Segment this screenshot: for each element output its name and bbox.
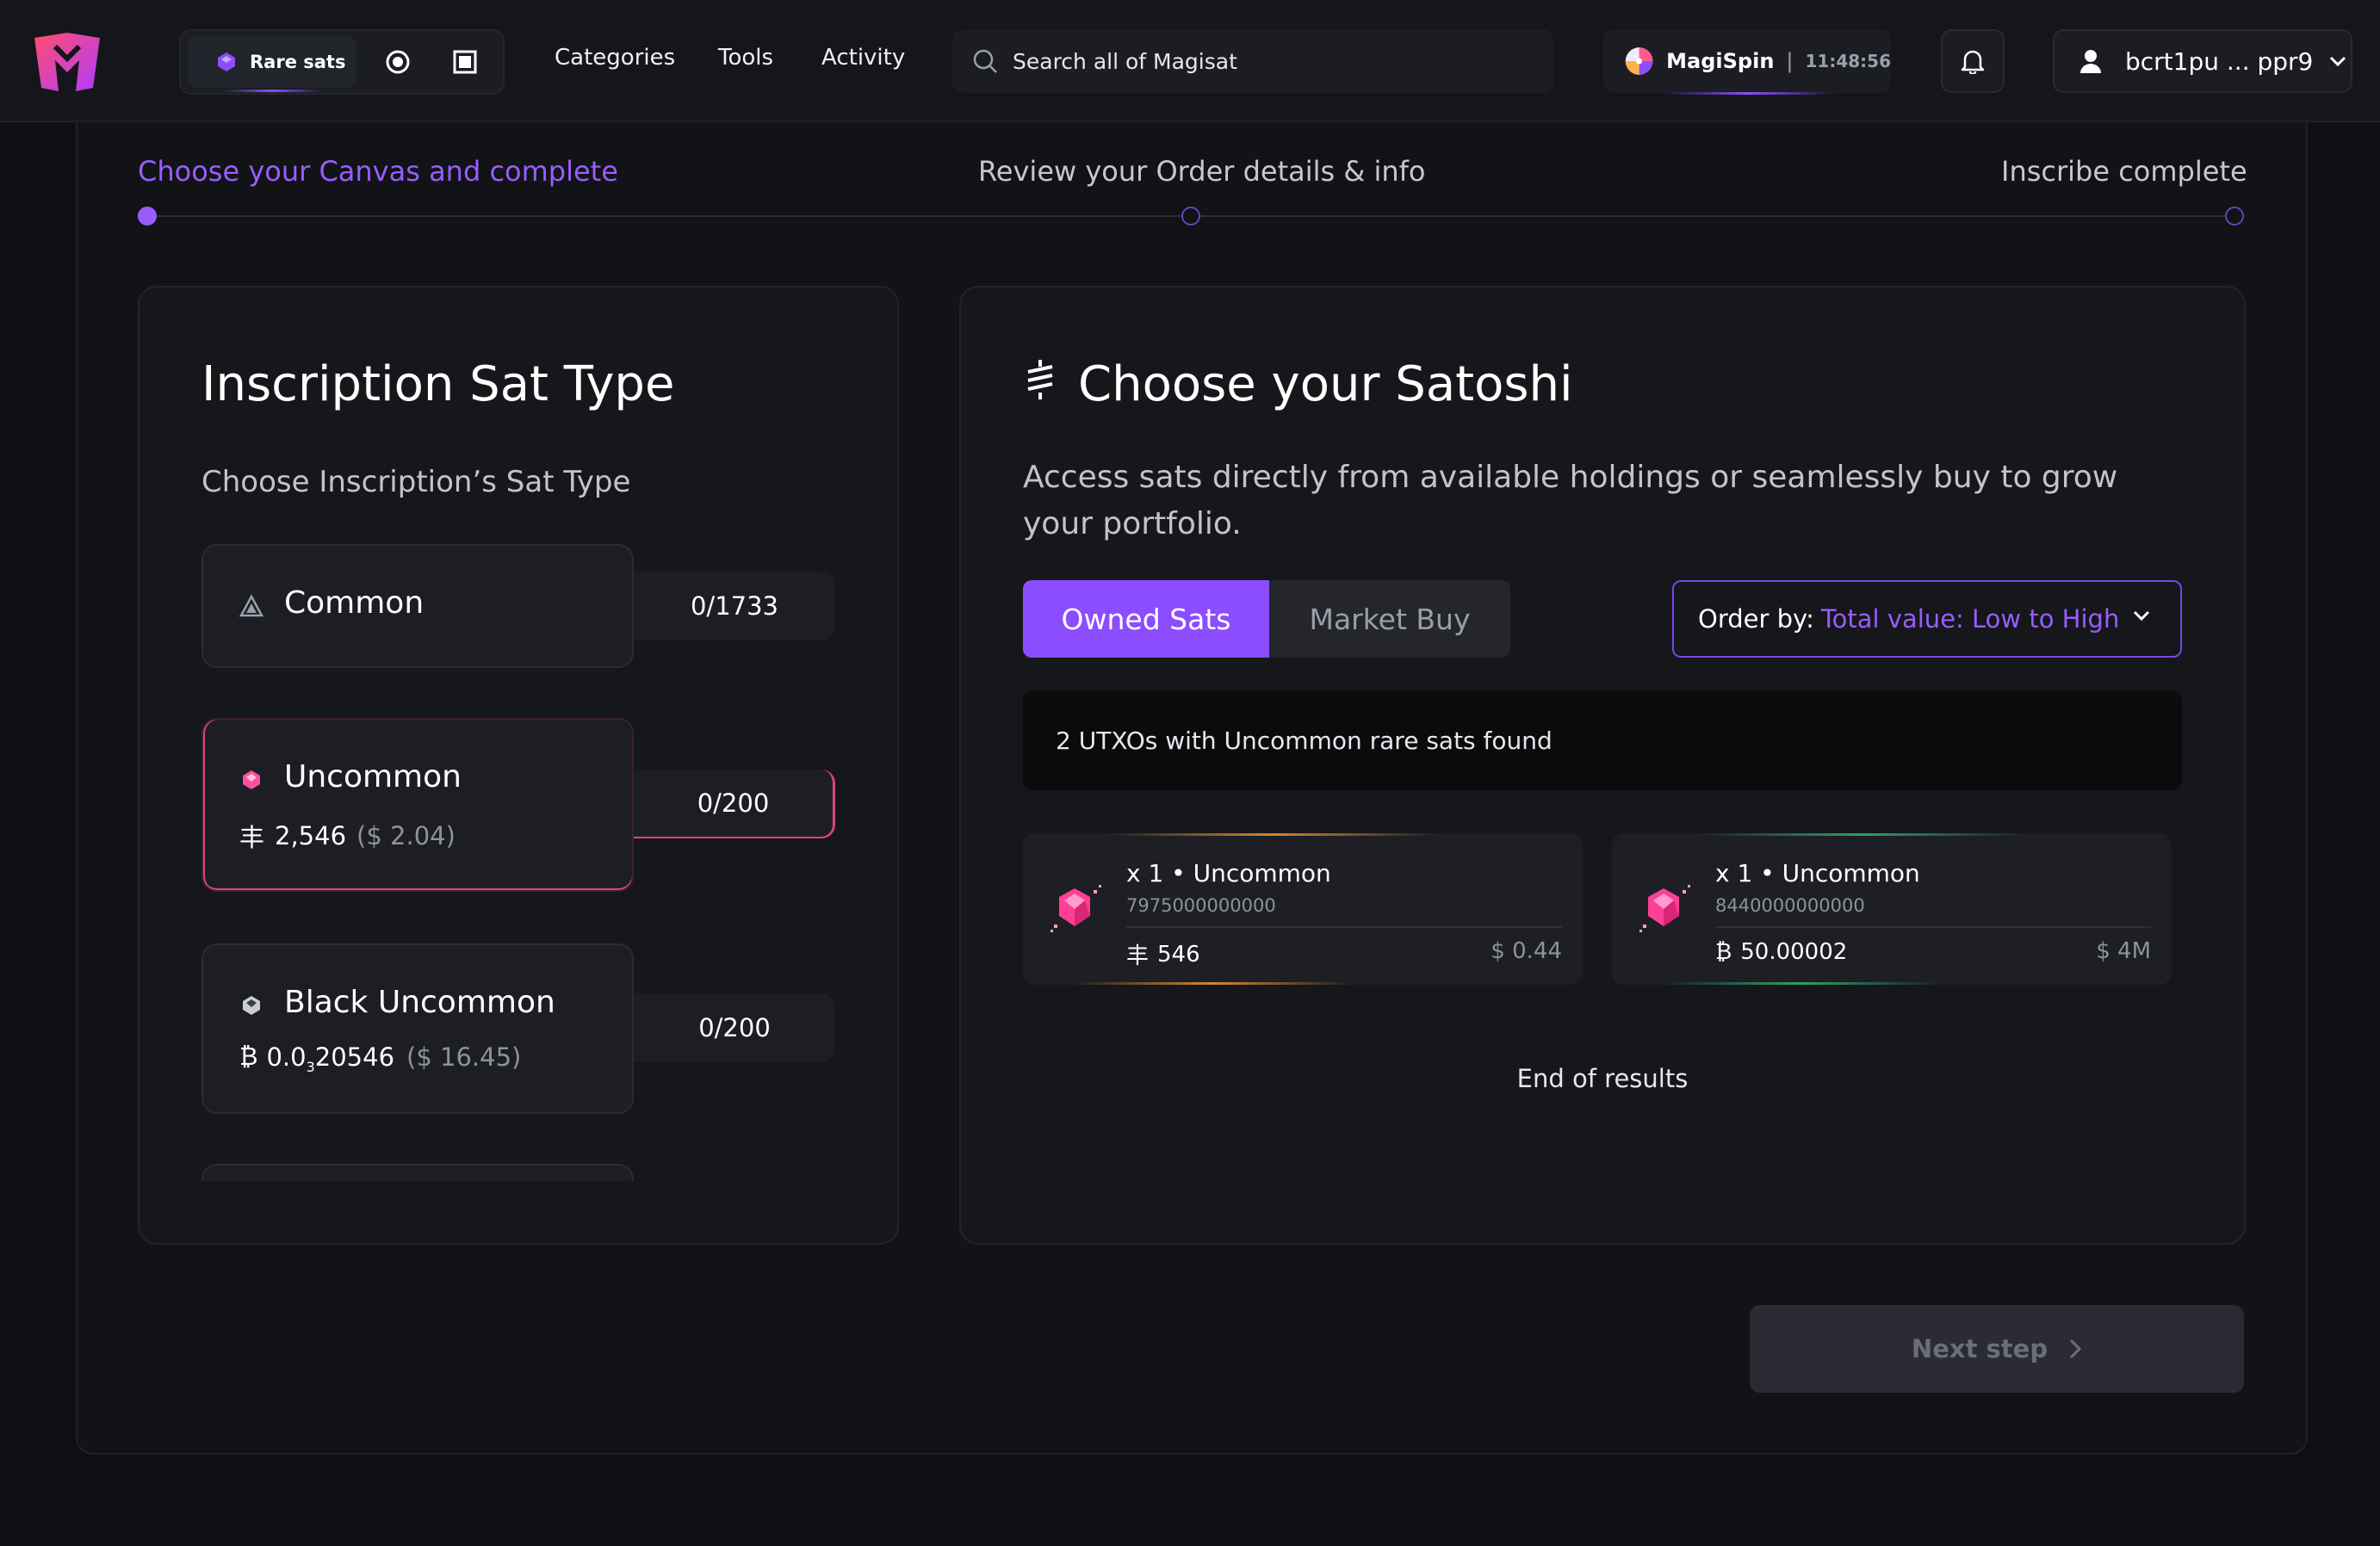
utxo-title: x 1 • Uncommon <box>1715 859 1920 887</box>
step-3-label: Inscribe complete <box>2001 155 2247 188</box>
magispin-countdown: 11:48:56 <box>1805 51 1892 71</box>
sat-type-option-black-uncommon[interactable]: Black Uncommon ₿ 0.0 3 20546 ($ 16.45) <box>201 943 634 1114</box>
utxo-accent-top <box>1109 833 1436 836</box>
uncommon-gem-icon <box>1639 885 1690 932</box>
search-bar <box>952 29 1553 93</box>
next-step-label: Next step <box>1911 1334 2048 1364</box>
utxo-card[interactable]: x 1 • Uncommon 7975000000000 丰 546 $ 0.4… <box>1023 833 1583 985</box>
utxo-card[interactable]: x 1 • Uncommon 8440000000000 ₿ 50.00002 … <box>1612 833 2172 985</box>
bell-icon <box>1961 50 1985 74</box>
user-icon <box>2080 50 2101 73</box>
utxo-usd-value: $ 4M <box>2096 938 2151 964</box>
step-1-label: Choose your Canvas and complete <box>138 155 618 188</box>
utxo-divider <box>1126 926 1562 928</box>
sat-type-count-uncommon: 0/200 <box>634 770 835 838</box>
utxo-accent-bottom <box>1075 982 1350 985</box>
rare-sat-gem-icon <box>218 53 235 71</box>
order-by-label: Order by: <box>1698 604 1814 634</box>
sat-source-tabs: Owned Sats Market Buy <box>1023 580 1510 658</box>
rare-sats-mode-button[interactable]: Rare sats <box>188 36 356 92</box>
sat-type-count-common: 0/1733 <box>634 572 835 640</box>
nav-link-activity[interactable]: Activity <box>821 45 905 71</box>
chevron-down-icon <box>2133 610 2150 621</box>
chevron-right-icon <box>2070 1339 2082 1359</box>
btc-symbol-icon: ₿ <box>239 1042 258 1071</box>
sat-symbol-icon: 丰 <box>1126 943 1150 969</box>
btc-amount-rest: 20546 <box>314 1042 395 1072</box>
magispin-separator: | <box>1786 49 1794 73</box>
tab-owned-sats[interactable]: Owned Sats <box>1023 580 1269 658</box>
btc-amount-zero-count: 3 <box>306 1059 315 1075</box>
spin-wheel-icon <box>1625 47 1653 75</box>
btc-symbol-icon: ₿ <box>1715 939 1732 965</box>
utxo-sat-id: 8440000000000 <box>1715 895 1865 916</box>
sat-type-subtitle: Choose Inscription’s Sat Type <box>201 465 631 499</box>
sat-usd-value: ($ 16.45) <box>406 1042 522 1072</box>
step-1-dot <box>138 207 157 226</box>
sat-amount: 2,546 <box>275 821 347 850</box>
sat-type-name: Black Uncommon <box>284 985 555 1020</box>
uncommon-gem-icon <box>1051 885 1101 932</box>
step-3-dot <box>2225 207 2244 226</box>
utxo-title: x 1 • Uncommon <box>1126 859 1331 887</box>
utxo-amount: 丰 546 <box>1126 938 1200 970</box>
sat-type-option-next[interactable] <box>201 1164 634 1181</box>
notifications-button[interactable] <box>1941 29 2005 93</box>
magispin-underline <box>1664 92 1836 95</box>
uncommon-gem-icon <box>243 770 260 789</box>
sat-usd-value: ($ 2.04) <box>356 821 456 850</box>
record-circle-icon <box>386 50 410 74</box>
sat-type-value: 丰 2,546 ($ 2.04) <box>239 818 456 854</box>
satoshi-symbol-icon <box>1027 360 1053 399</box>
btc-amount-main: 0.0 <box>266 1042 307 1072</box>
top-navbar: Rare sats Categories Tools Activity Sear… <box>0 0 2380 122</box>
search-input[interactable] <box>1013 48 1529 74</box>
utxo-accent-bottom <box>1664 982 1939 985</box>
tab-market-buy[interactable]: Market Buy <box>1269 580 1510 658</box>
black-uncommon-gem-icon <box>243 996 260 1015</box>
sat-type-value: ₿ 0.0 3 20546 ($ 16.45) <box>239 1042 522 1075</box>
step-2-dot <box>1181 207 1200 226</box>
wallet-account-button[interactable]: bcrt1pu ... ppr9 <box>2053 29 2352 93</box>
sat-type-option-common[interactable]: Common <box>201 544 634 668</box>
utxo-amount-value: 546 <box>1157 941 1200 968</box>
square-frame-icon <box>453 50 477 74</box>
active-mode-underline <box>222 90 322 92</box>
ordinals-mode-button[interactable] <box>372 36 424 88</box>
nav-link-categories[interactable]: Categories <box>555 45 675 71</box>
end-of-results-label: End of results <box>1516 1064 1689 1093</box>
utxo-sat-id: 7975000000000 <box>1126 895 1276 916</box>
sat-type-name: Uncommon <box>284 759 462 795</box>
step-2-label: Review your Order details & info <box>978 155 1426 188</box>
sat-type-option-uncommon[interactable]: Uncommon 丰 2,546 ($ 2.04) <box>201 718 634 892</box>
next-step-button[interactable]: Next step <box>1750 1305 2244 1393</box>
utxo-amount-value: 50.00002 <box>1740 938 1848 965</box>
sat-symbol-icon: 丰 <box>239 823 265 852</box>
search-icon <box>973 49 997 73</box>
common-sat-icon <box>239 594 263 617</box>
magisat-logo[interactable] <box>29 29 105 95</box>
magispin-label: MagiSpin <box>1666 49 1775 73</box>
rare-sats-label: Rare sats <box>250 52 346 72</box>
choose-satoshi-title: Choose your Satoshi <box>1078 356 1573 412</box>
order-by-dropdown[interactable]: Order by: Total value: Low to High <box>1672 580 2182 658</box>
sat-type-name: Common <box>284 585 425 621</box>
utxo-accent-top <box>1698 833 2025 836</box>
runes-mode-button[interactable] <box>439 36 491 88</box>
utxo-divider <box>1715 926 2151 928</box>
sat-type-count-black-uncommon: 0/200 <box>634 993 835 1062</box>
utxo-usd-value: $ 0.44 <box>1491 938 1562 964</box>
wallet-address: bcrt1pu ... ppr9 <box>2125 46 2314 76</box>
nav-link-tools[interactable]: Tools <box>718 45 773 71</box>
magispin-button[interactable]: MagiSpin | 11:48:56 <box>1603 29 1892 95</box>
chevron-down-icon <box>2330 56 2346 67</box>
sat-type-title: Inscription Sat Type <box>201 356 675 412</box>
utxo-amount: ₿ 50.00002 <box>1715 938 1848 966</box>
utxo-results-info: 2 UTXOs with Uncommon rare sats found <box>1023 690 2182 790</box>
order-by-value: Total value: Low to High <box>1820 604 2120 634</box>
choose-satoshi-description: Access sats directly from available hold… <box>1023 460 2118 541</box>
mode-switcher: Rare sats <box>179 29 505 95</box>
